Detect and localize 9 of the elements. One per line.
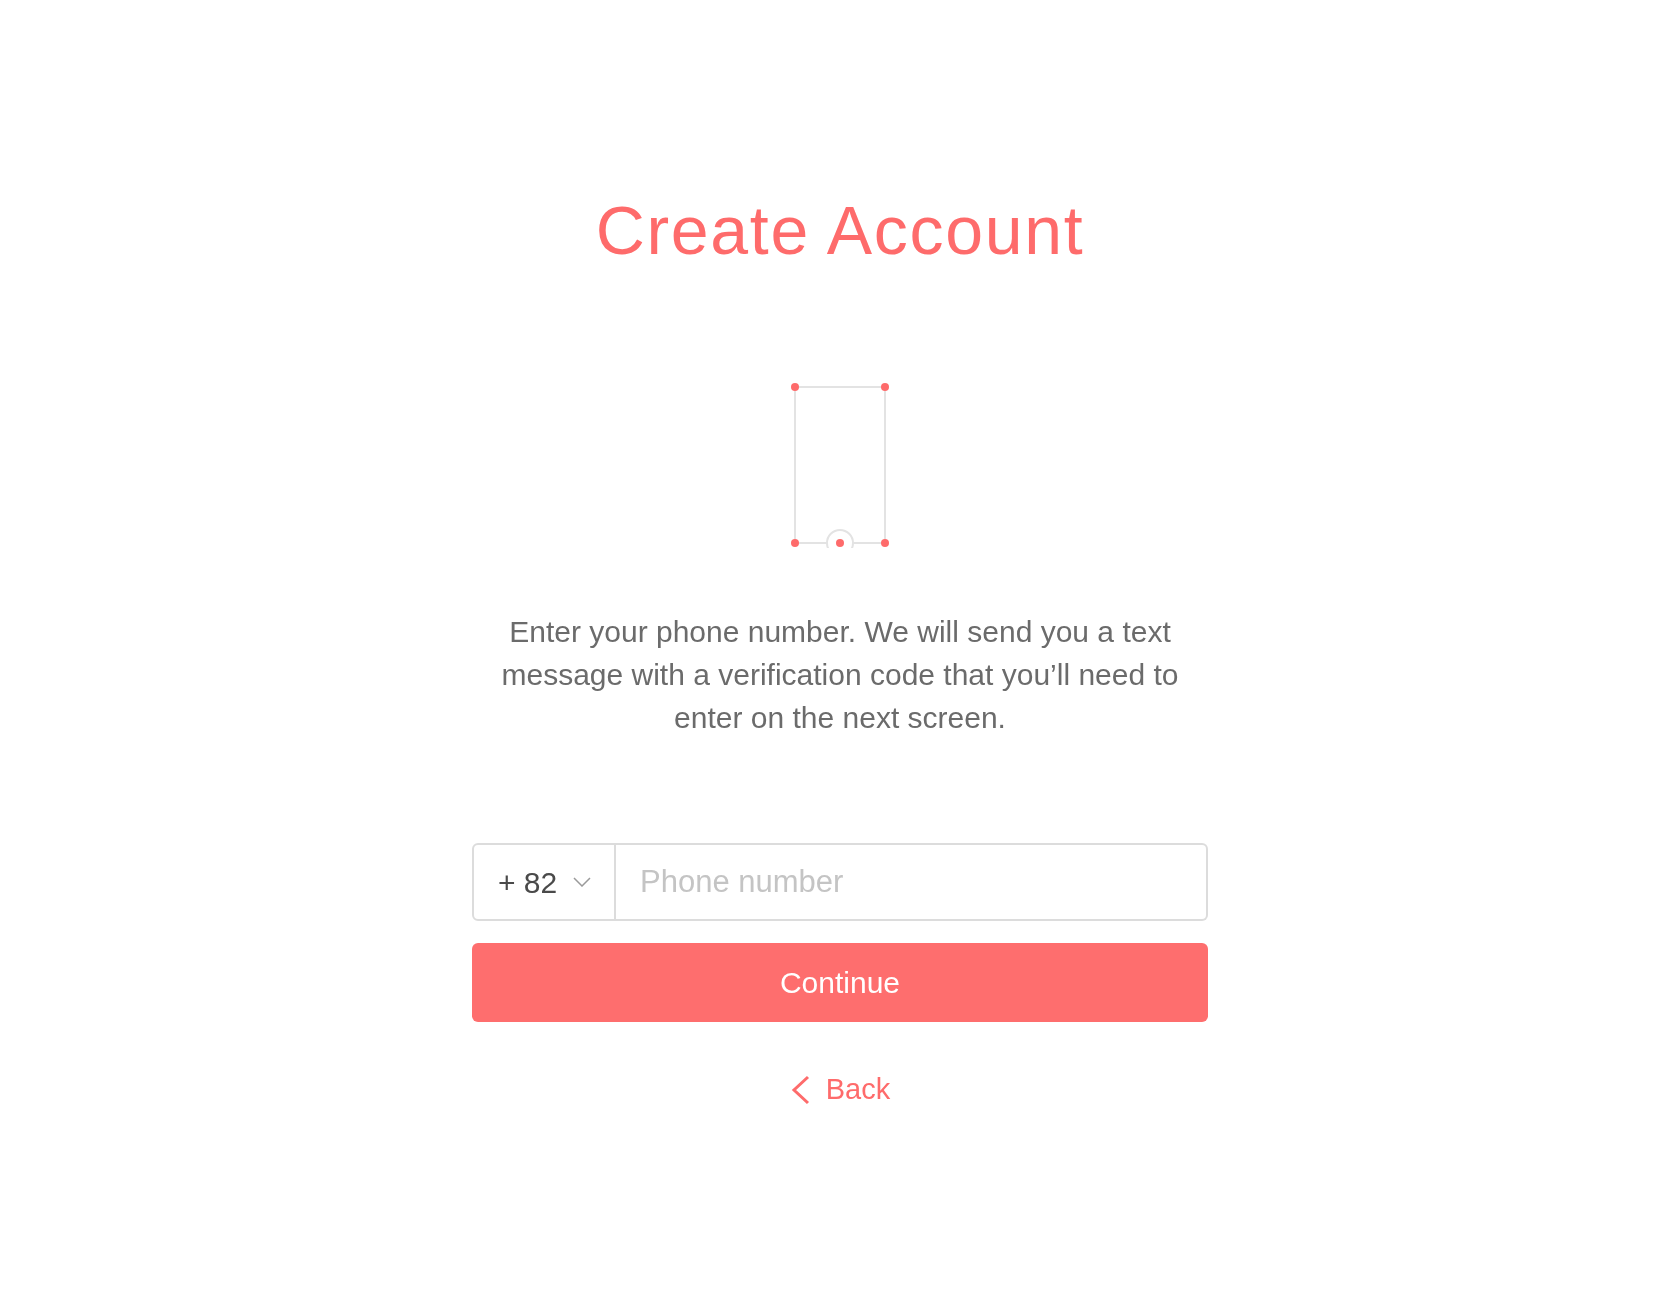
page-title: Create Account xyxy=(595,196,1085,264)
instruction-text: Enter your phone number. We will send you a text message with a verification code that you’ll need to enter on the next screen. xyxy=(500,614,1180,736)
chevron-left-icon xyxy=(789,1074,810,1105)
back-link[interactable]: Back xyxy=(789,1068,891,1112)
chevron-down-icon xyxy=(573,877,592,887)
phone-number-field[interactable]: Phone number xyxy=(616,843,1208,921)
country-code-dropdown[interactable]: + 82 xyxy=(472,843,616,921)
phone-outline-icon xyxy=(790,382,890,548)
continue-button[interactable]: Continue xyxy=(472,943,1208,1022)
